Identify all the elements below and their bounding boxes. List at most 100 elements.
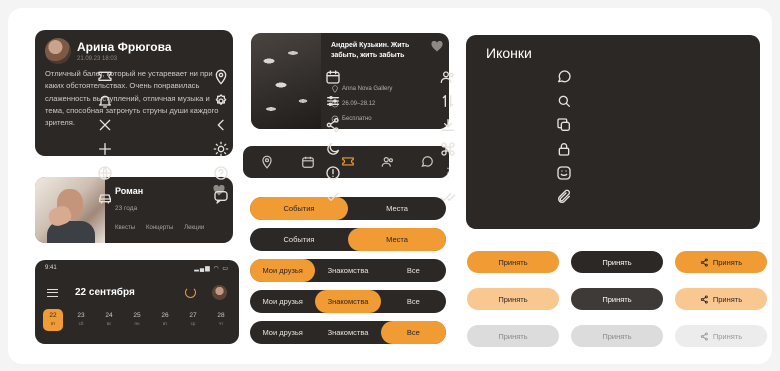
calendar-icon[interactable]	[301, 155, 315, 169]
sort-icon	[442, 95, 453, 107]
event-price: Бесплатно	[342, 116, 372, 122]
accept-share-button[interactable]: Принять	[675, 325, 767, 347]
location-icon[interactable]	[260, 155, 274, 169]
smile-icon	[557, 166, 571, 180]
day-item[interactable]: 24 вс	[99, 309, 119, 331]
button-label: Принять	[498, 294, 528, 304]
accept-share-button[interactable]: Принять	[675, 251, 767, 273]
review-date: 21.09.23 18:03	[77, 56, 118, 62]
ticket-icon	[98, 71, 112, 81]
segment-option[interactable]: Мои друзья	[250, 321, 315, 344]
tag: Лекции	[184, 225, 205, 231]
status-indicators: ▂▄▆ ◠ ▭	[194, 266, 229, 272]
segment-option[interactable]: Мои друзья	[250, 290, 315, 313]
segment-option[interactable]: Места	[348, 197, 446, 220]
event-dates: 26.09–28.12	[342, 101, 376, 107]
chevron-left-icon	[217, 119, 224, 131]
sun-icon	[213, 141, 228, 157]
segment-option[interactable]: Все	[380, 321, 446, 344]
event-title: Андрей Кузькин. Жить забыть, жить забыть	[331, 42, 410, 59]
button-label: Принять	[602, 257, 632, 267]
settings-icon	[215, 94, 226, 105]
button-label: Принять	[602, 294, 632, 304]
grid-icon	[440, 142, 455, 156]
message-icon	[213, 191, 228, 204]
person-age: 23 года	[115, 205, 138, 212]
accept-button[interactable]: Принять	[571, 325, 663, 347]
share-icon	[700, 294, 708, 304]
info-icon	[326, 166, 340, 180]
accept-button[interactable]: Принять	[571, 251, 663, 273]
segment-option[interactable]: Знакомства	[315, 321, 380, 344]
lock-icon	[558, 143, 570, 156]
sliders-icon	[327, 96, 339, 106]
event-place: Anna Nova Gallery	[342, 86, 393, 92]
segment-option[interactable]: Мои друзья	[250, 259, 316, 282]
copy-icon	[557, 118, 570, 131]
panel-title: Иконки	[486, 45, 532, 61]
location-icon	[215, 69, 226, 85]
clip-icon	[558, 189, 570, 203]
ticket-icon[interactable]	[341, 155, 355, 169]
segmented-control-friends: Мои друзья Знакомства Все	[250, 321, 446, 344]
segment-option[interactable]: Все	[381, 290, 446, 313]
review-card: Арина Фрюгова 21.09.23 18:03 Отличный ба…	[35, 30, 233, 156]
event-place-row: Anna Nova Gallery	[331, 85, 392, 93]
bottom-nav	[243, 146, 449, 178]
people-icon[interactable]	[381, 155, 395, 169]
calendar-card: 9:41 ▂▄▆ ◠ ▭ 22 сентября 22 пт 23 сб 24 вс …	[35, 260, 239, 344]
segment-option[interactable]: События	[250, 228, 348, 251]
person-card[interactable]: Роман 23 года Квесты Концерты Лекции	[35, 177, 233, 243]
bell-icon	[99, 95, 111, 108]
plus-icon	[99, 143, 111, 155]
accept-button[interactable]: Принять	[467, 251, 559, 273]
status-time: 9:41	[45, 265, 57, 271]
button-label: Принять	[498, 331, 528, 341]
refresh-icon[interactable]	[185, 287, 196, 298]
avatar[interactable]	[45, 38, 71, 64]
globe-icon	[98, 166, 112, 180]
close-icon	[99, 119, 111, 131]
double-check-icon	[440, 193, 455, 201]
segmented-control-friends: Мои друзья Знакомства Все	[250, 290, 446, 313]
day-item[interactable]: 27 ср	[183, 309, 203, 331]
chat-icon[interactable]	[420, 155, 434, 169]
calendar-icon	[326, 70, 340, 84]
person-tags: Квесты Концерты Лекции	[115, 225, 204, 231]
segment-option[interactable]: Все	[381, 259, 446, 282]
chat-icon	[558, 70, 571, 83]
day-item[interactable]: 22 пт	[43, 309, 63, 331]
accept-button[interactable]: Принять	[467, 325, 559, 347]
button-label: Принять	[602, 331, 632, 341]
day-item[interactable]: 26 вт	[155, 309, 175, 331]
more-icon	[446, 167, 449, 179]
accept-button[interactable]: Принять	[467, 288, 559, 310]
check-icon	[327, 193, 339, 201]
button-label: Принять	[712, 257, 743, 267]
share-icon	[326, 118, 339, 132]
avatar[interactable]	[212, 285, 227, 300]
day-item[interactable]: 28 чт	[211, 309, 231, 331]
tag: Концерты	[146, 225, 174, 231]
moon-icon	[327, 143, 339, 155]
day-item[interactable]: 25 пн	[127, 309, 147, 331]
question-icon	[213, 166, 228, 180]
menu-icon[interactable]	[47, 289, 58, 297]
accept-button[interactable]: Принять	[571, 288, 663, 310]
person-name: Роман	[115, 186, 144, 196]
event-card[interactable]: Андрей Кузькин. Жить забыть, жить забыть…	[251, 33, 449, 129]
accept-share-button[interactable]: Принять	[675, 288, 767, 310]
segment-option[interactable]: Знакомства	[315, 259, 380, 282]
car-icon	[99, 194, 111, 204]
heart-icon[interactable]	[431, 41, 443, 52]
button-label: Принять	[712, 331, 743, 341]
person-photo	[35, 177, 105, 243]
segment-option[interactable]: Знакомства	[315, 290, 381, 313]
button-label: Принять	[498, 257, 528, 267]
icons-panel: Иконки	[98, 35, 760, 229]
share-icon	[700, 331, 708, 341]
share-icon	[700, 257, 708, 267]
event-image	[251, 33, 321, 129]
day-item[interactable]: 23 сб	[71, 309, 91, 331]
segment-option[interactable]: Места	[348, 228, 446, 251]
